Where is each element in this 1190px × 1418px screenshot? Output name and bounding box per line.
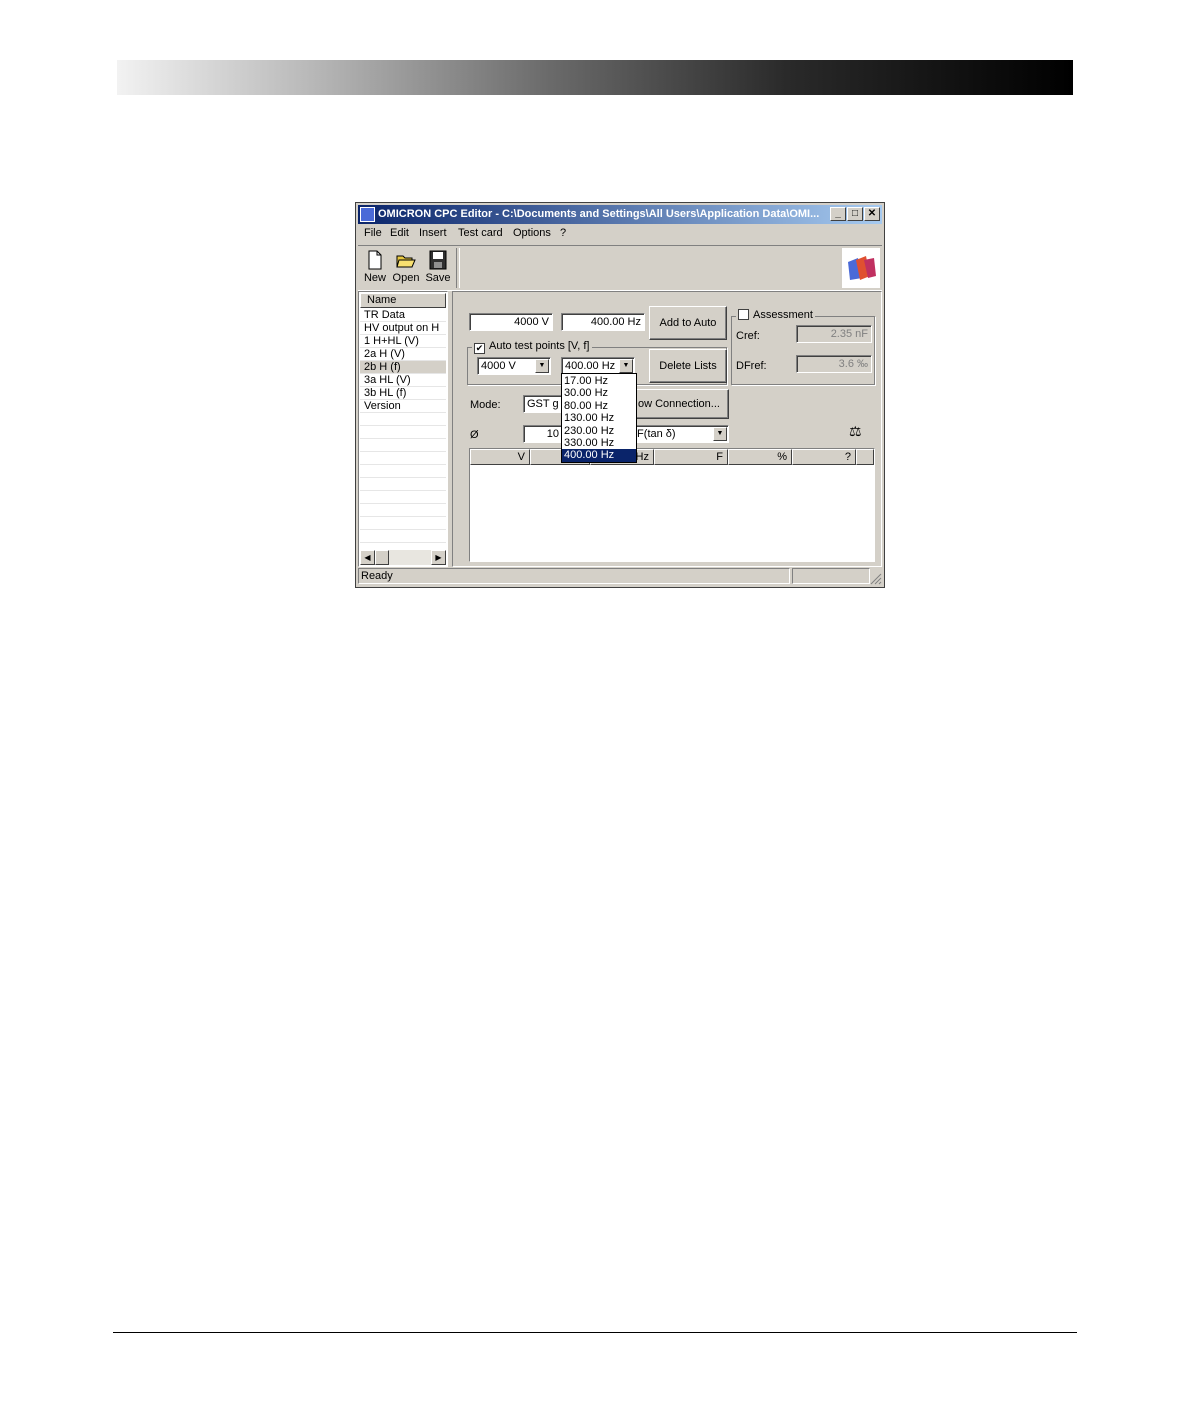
tree-item-3b-hl-f[interactable]: 3b HL (f) bbox=[360, 387, 446, 400]
frequency-option-130[interactable]: 130.00 Hz bbox=[562, 412, 636, 424]
footer-rule bbox=[113, 1332, 1077, 1333]
frequency-input[interactable]: 400.00 Hz bbox=[561, 313, 645, 331]
cref-input[interactable]: 2.35 nF bbox=[796, 325, 872, 343]
auto-test-points-label: Auto test points [V, f] bbox=[489, 340, 590, 352]
mode-select[interactable]: GST g bbox=[523, 395, 563, 413]
tree-item-tr-data[interactable]: TR Data bbox=[360, 309, 446, 322]
average-label: Ø bbox=[470, 429, 479, 441]
balance-icon[interactable]: ⚖ bbox=[849, 423, 862, 440]
tree-horizontal-scrollbar[interactable]: ◀ ▶ bbox=[360, 550, 446, 565]
title-bar[interactable]: OMICRON CPC Editor - C:\Documents and Se… bbox=[358, 205, 882, 224]
delete-lists-button[interactable]: Delete Lists bbox=[649, 349, 727, 383]
scroll-thumb[interactable] bbox=[375, 550, 389, 565]
auto-test-points-title[interactable]: ✔ Auto test points [V, f] bbox=[472, 340, 592, 354]
tree-empty-row bbox=[360, 452, 446, 465]
auto-frequency-value: 400.00 Hz bbox=[565, 360, 616, 372]
voltage-input[interactable]: 4000 V bbox=[469, 313, 553, 331]
save-disk-icon bbox=[429, 250, 447, 270]
mode-label: Mode: bbox=[470, 399, 501, 411]
menu-options[interactable]: Options bbox=[513, 227, 551, 239]
save-button[interactable]: Save bbox=[423, 248, 453, 284]
resize-grip-icon[interactable] bbox=[868, 571, 882, 585]
chevron-down-icon[interactable]: ▼ bbox=[713, 427, 727, 441]
chevron-down-icon[interactable]: ▼ bbox=[535, 359, 549, 373]
window-title: OMICRON CPC Editor - C:\Documents and Se… bbox=[378, 208, 820, 220]
frequency-dropdown-list: 17.00 Hz 30.00 Hz 80.00 Hz 130.00 Hz 230… bbox=[561, 373, 637, 463]
menu-file[interactable]: File bbox=[364, 227, 382, 239]
status-pane-2 bbox=[792, 568, 870, 584]
tree-empty-row bbox=[360, 439, 446, 452]
maximize-button[interactable]: □ bbox=[847, 207, 863, 221]
results-table: V Hz F % ? bbox=[469, 448, 875, 562]
close-button[interactable]: ✕ bbox=[864, 207, 880, 221]
cref-label: Cref: bbox=[736, 330, 760, 342]
frequency-option-330[interactable]: 330.00 Hz bbox=[562, 437, 636, 449]
table-header-question[interactable]: ? bbox=[792, 449, 856, 465]
test-tree-panel: Name TR Data HV output on H 1 H+HL (V) 2… bbox=[358, 291, 448, 567]
tree-empty-row bbox=[360, 465, 446, 478]
new-file-icon bbox=[368, 250, 382, 270]
menu-help[interactable]: ? bbox=[560, 227, 566, 239]
test-card-panel: 4000 V 400.00 Hz Add to Auto ✔ Auto test … bbox=[452, 291, 882, 567]
table-header-filler bbox=[856, 449, 874, 465]
tree-empty-row bbox=[360, 426, 446, 439]
open-folder-icon bbox=[396, 255, 416, 268]
status-text: Ready bbox=[358, 568, 790, 584]
scroll-left-arrow-icon[interactable]: ◀ bbox=[360, 550, 375, 565]
frequency-option-80[interactable]: 80.00 Hz bbox=[562, 400, 636, 412]
menu-edit[interactable]: Edit bbox=[390, 227, 409, 239]
tree-item-hv-output[interactable]: HV output on H bbox=[360, 322, 446, 335]
open-label: Open bbox=[392, 272, 420, 284]
dfref-input[interactable]: 3.6 ‰ bbox=[796, 355, 872, 373]
toolbar-separator bbox=[456, 248, 460, 288]
menu-bar: File Edit Insert Test card Options ? bbox=[358, 225, 882, 243]
average-input[interactable]: 10 bbox=[523, 425, 563, 443]
new-label: New bbox=[363, 272, 386, 284]
tree-empty-row bbox=[360, 530, 446, 543]
tree-empty-row bbox=[360, 504, 446, 517]
tree-empty-row bbox=[360, 413, 446, 426]
frequency-option-30[interactable]: 30.00 Hz bbox=[562, 387, 636, 399]
omicron-logo-icon bbox=[848, 256, 876, 280]
page-header-banner bbox=[117, 60, 1073, 95]
add-to-auto-button[interactable]: Add to Auto bbox=[649, 306, 727, 340]
save-label: Save bbox=[425, 272, 451, 284]
tree-item-2b-h-f[interactable]: 2b H (f) bbox=[360, 361, 446, 374]
dfref-label: DFref: bbox=[736, 360, 767, 372]
status-bar: Ready bbox=[358, 567, 882, 585]
minimize-button[interactable]: _ bbox=[830, 207, 846, 221]
new-button[interactable]: New bbox=[360, 248, 390, 284]
menu-test-card[interactable]: Test card bbox=[458, 227, 503, 239]
tree-header-name[interactable]: Name bbox=[360, 293, 446, 308]
tree-empty-row bbox=[360, 517, 446, 530]
auto-voltage-select[interactable]: 4000 V ▼ bbox=[477, 357, 551, 375]
frequency-option-230[interactable]: 230.00 Hz bbox=[562, 425, 636, 437]
toolbar: New Open Save bbox=[358, 245, 882, 291]
show-connection-button[interactable]: ow Connection... bbox=[633, 389, 729, 419]
menu-insert[interactable]: Insert bbox=[419, 227, 447, 239]
auto-voltage-value: 4000 V bbox=[481, 360, 516, 372]
omicron-logo bbox=[842, 248, 880, 288]
table-header-v[interactable]: V bbox=[470, 449, 530, 465]
frequency-option-17[interactable]: 17.00 Hz bbox=[562, 375, 636, 387]
tree-item-version[interactable]: Version bbox=[360, 400, 446, 413]
tree-item-3a-hl-v[interactable]: 3a HL (V) bbox=[360, 374, 446, 387]
tree-empty-row bbox=[360, 478, 446, 491]
app-icon bbox=[360, 207, 375, 222]
table-header-f[interactable]: F bbox=[654, 449, 728, 465]
assessment-label: Assessment bbox=[753, 309, 813, 321]
tree-empty-row bbox=[360, 491, 446, 504]
tree-item-2a-h-v[interactable]: 2a H (V) bbox=[360, 348, 446, 361]
open-button[interactable]: Open bbox=[391, 248, 421, 284]
chevron-down-icon[interactable]: ▼ bbox=[619, 359, 633, 373]
assessment-checkbox[interactable] bbox=[738, 309, 749, 320]
assessment-title[interactable]: Assessment bbox=[736, 309, 815, 321]
table-header-percent[interactable]: % bbox=[728, 449, 792, 465]
auto-test-points-checkbox[interactable]: ✔ bbox=[474, 343, 485, 354]
scroll-right-arrow-icon[interactable]: ▶ bbox=[431, 550, 446, 565]
frequency-option-400[interactable]: 400.00 Hz bbox=[562, 449, 636, 462]
tree-item-1-h-hl-v[interactable]: 1 H+HL (V) bbox=[360, 335, 446, 348]
